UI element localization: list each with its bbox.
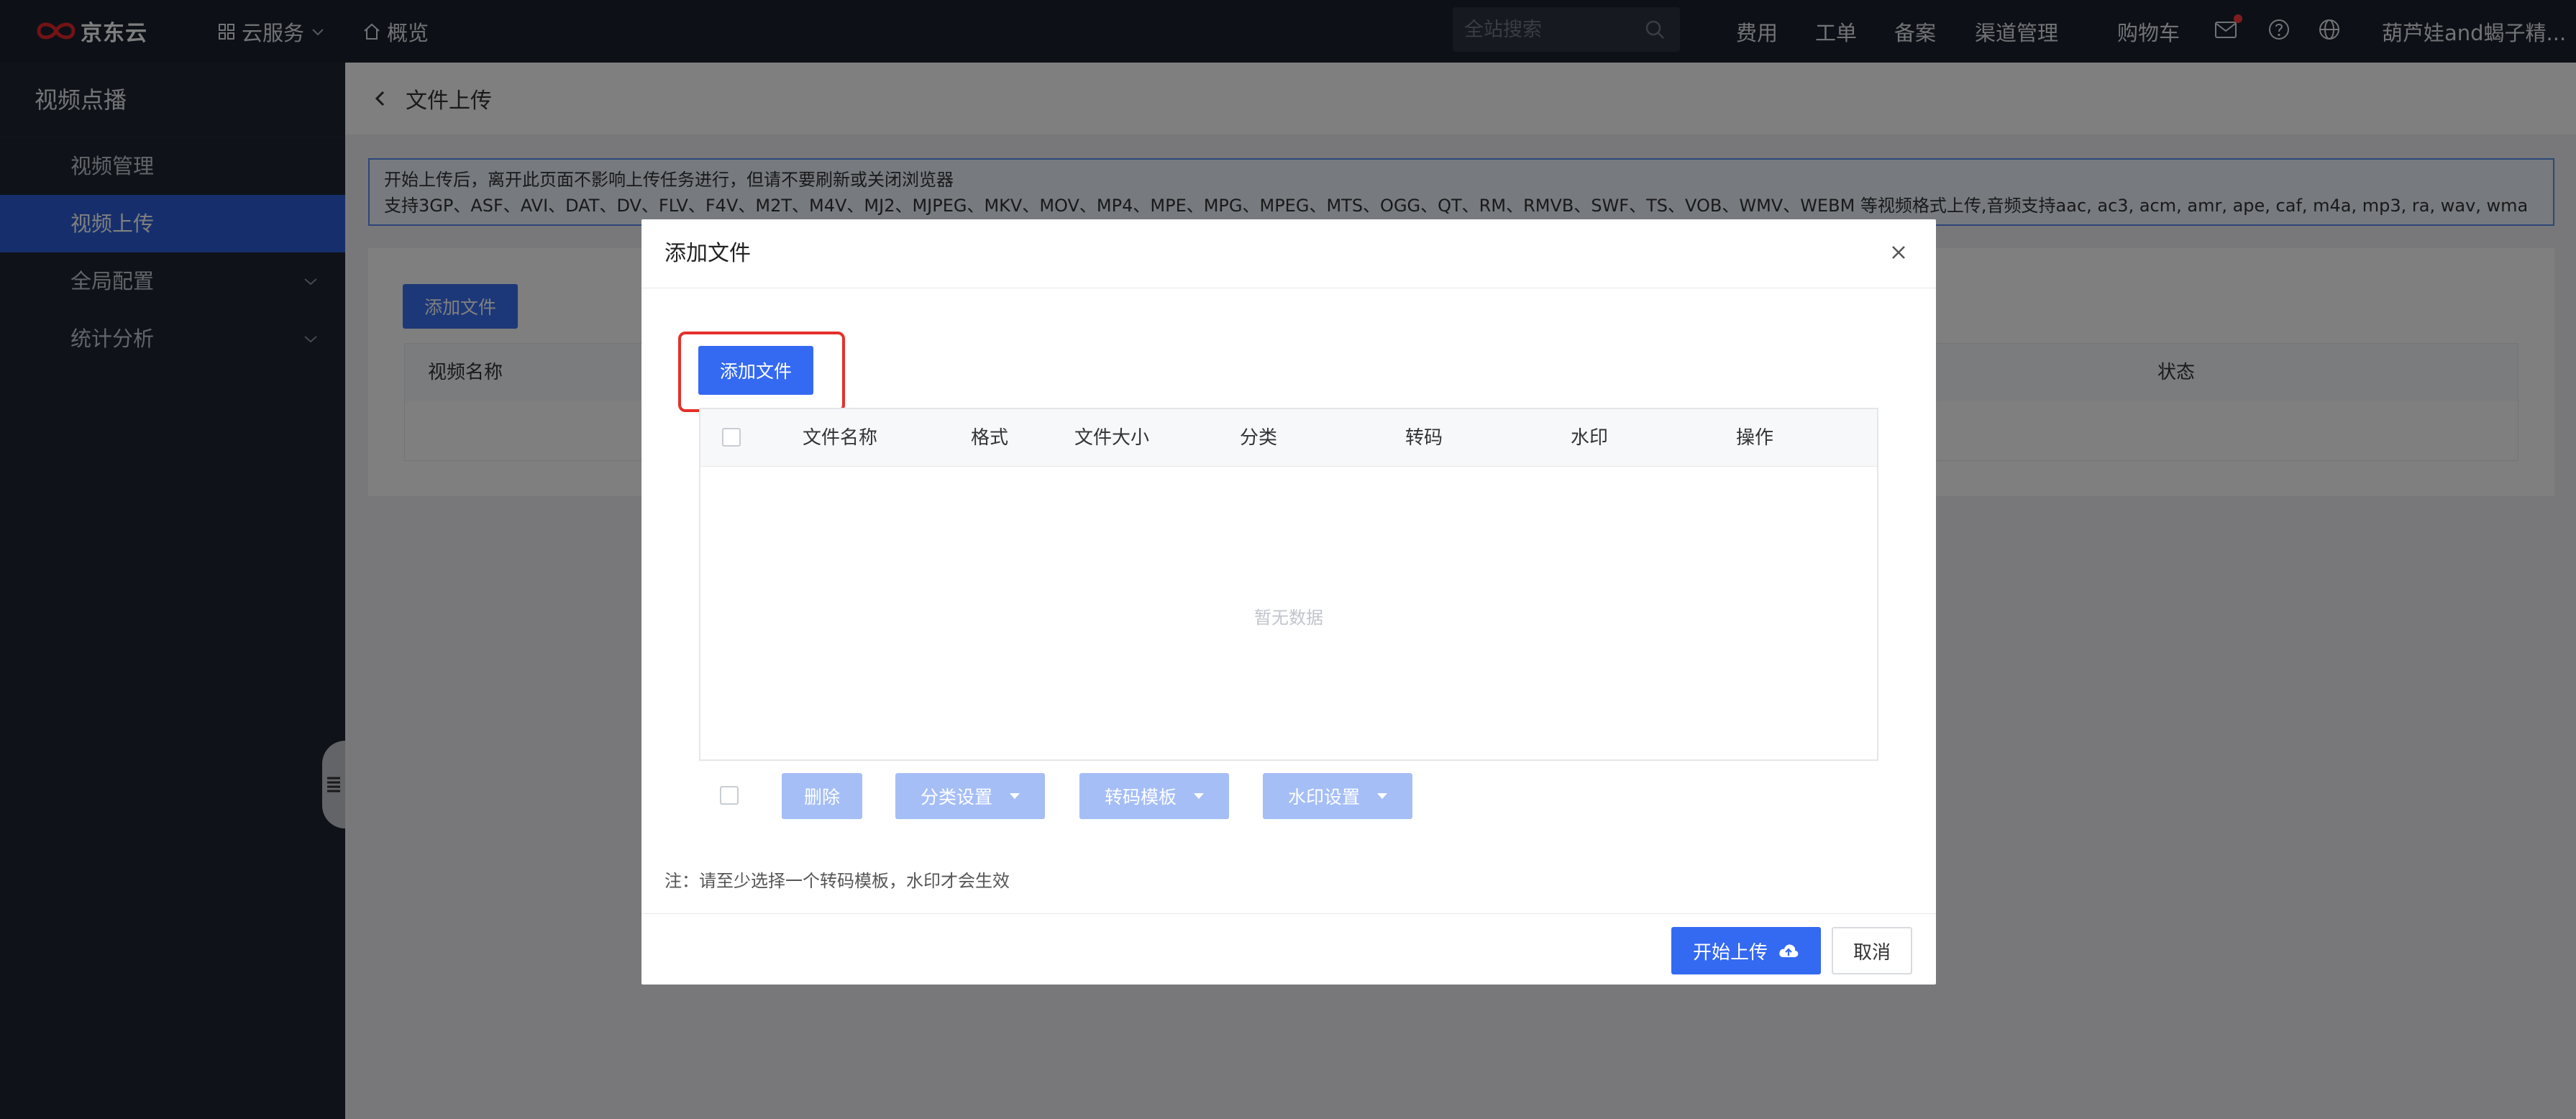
column-format: 格式	[971, 427, 1009, 449]
transcode-template-label: 转码模板	[1104, 787, 1177, 808]
start-upload-button[interactable]: 开始上传	[1671, 927, 1821, 974]
column-file-name: 文件名称	[803, 427, 878, 449]
select-all-checkbox[interactable]	[722, 428, 741, 447]
batch-actions-bar: 删除 分类设置 转码模板 水印设置	[641, 773, 1936, 823]
close-icon[interactable]	[1886, 239, 1912, 265]
file-table: 文件名称 格式 文件大小 分类 转码 水印 操作 暂无数据	[699, 408, 1878, 761]
column-watermark: 水印	[1571, 427, 1609, 449]
batch-select-checkbox[interactable]	[720, 786, 739, 805]
add-file-dialog: 添加文件 添加文件 文件名称 格式 文件大小 分类 转码 水印 操作 暂无数据 …	[641, 219, 1936, 985]
file-table-header: 文件名称 格式 文件大小 分类 转码 水印 操作	[700, 409, 1877, 467]
caret-down-icon	[1194, 793, 1204, 799]
batch-delete-button[interactable]: 删除	[782, 773, 862, 819]
dialog-title: 添加文件	[664, 241, 751, 266]
transcode-note: 注：请至少选择一个转码模板，水印才会生效	[664, 871, 1010, 891]
empty-state-text: 暂无数据	[1254, 608, 1323, 628]
dialog-add-file-button[interactable]: 添加文件	[698, 346, 813, 395]
watermark-settings-label: 水印设置	[1287, 787, 1360, 808]
dialog-header: 添加文件	[641, 219, 1936, 288]
caret-down-icon	[1377, 793, 1387, 799]
category-settings-label: 分类设置	[920, 787, 992, 808]
cancel-button[interactable]: 取消	[1832, 927, 1912, 974]
start-upload-label: 开始上传	[1692, 941, 1768, 964]
transcode-template-dropdown[interactable]: 转码模板	[1079, 773, 1229, 819]
watermark-settings-dropdown[interactable]: 水印设置	[1263, 773, 1412, 819]
column-actions: 操作	[1736, 427, 1774, 449]
column-transcode: 转码	[1405, 427, 1443, 449]
caret-down-icon	[1010, 793, 1020, 799]
dialog-footer: 开始上传 取消	[641, 913, 1936, 985]
cloud-upload-icon	[1779, 944, 1799, 957]
column-category: 分类	[1240, 427, 1278, 449]
category-settings-dropdown[interactable]: 分类设置	[895, 773, 1045, 819]
batch-delete-label: 删除	[803, 787, 840, 808]
column-file-size: 文件大小	[1074, 427, 1150, 449]
